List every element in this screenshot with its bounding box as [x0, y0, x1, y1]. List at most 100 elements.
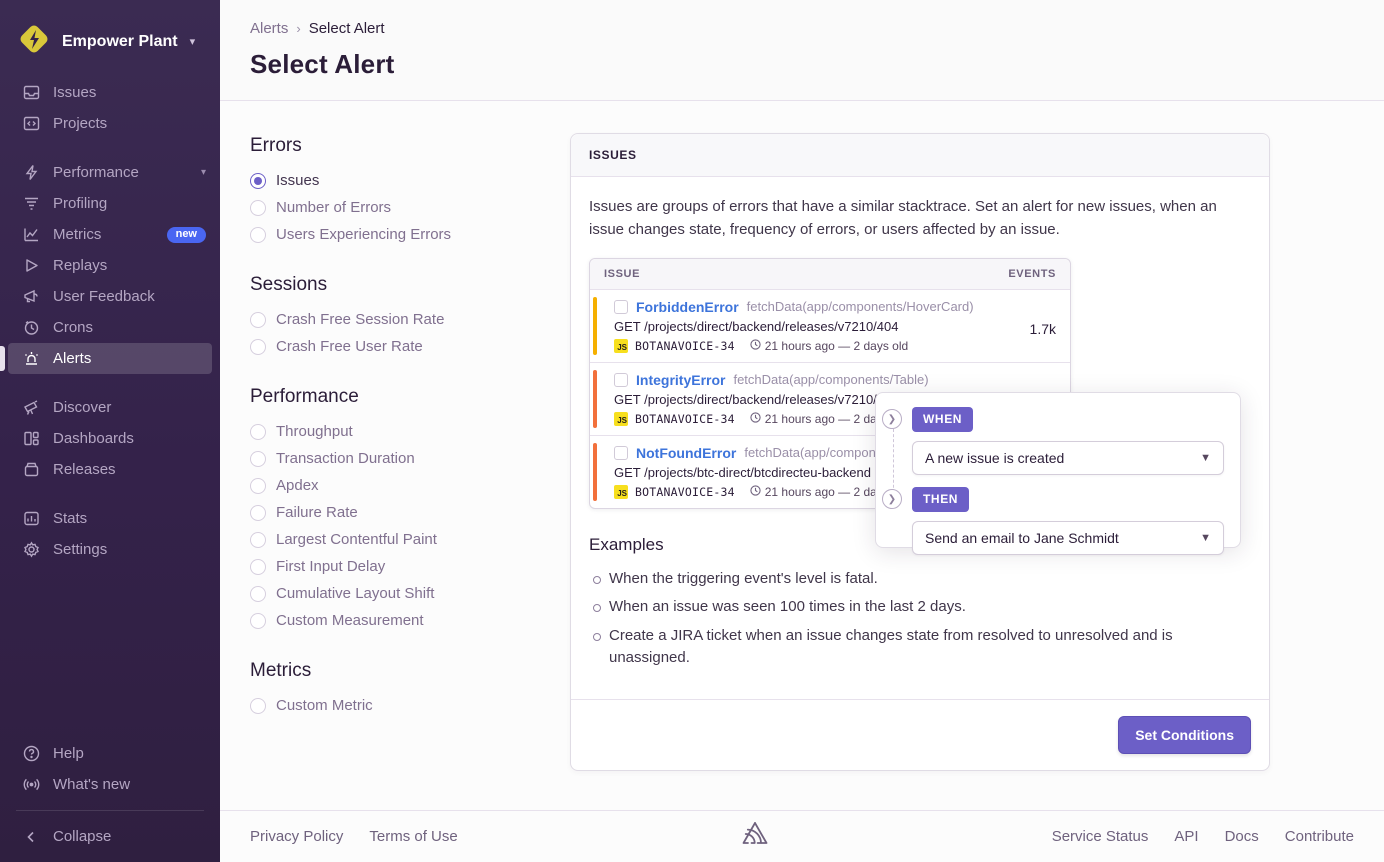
javascript-platform-icon: JS [614, 412, 628, 426]
radio-icon[interactable] [250, 424, 266, 440]
docs-link[interactable]: Docs [1225, 828, 1259, 845]
option-crash-free-session-rate[interactable]: Crash Free Session Rate [250, 306, 570, 333]
org-logo-icon [16, 20, 52, 63]
set-conditions-button[interactable]: Set Conditions [1118, 716, 1251, 754]
issue-age: 21 hours ago — 2 days old [750, 339, 908, 353]
radio-icon[interactable] [250, 698, 266, 714]
sidebar-item-crons[interactable]: Crons [0, 312, 220, 343]
radio-icon[interactable] [250, 339, 266, 355]
sidebar-item-alerts[interactable]: Alerts [8, 343, 212, 374]
option-transaction-duration[interactable]: Transaction Duration [250, 445, 570, 472]
sidebar-item-discover[interactable]: Discover [0, 392, 220, 423]
option-crash-free-user-rate[interactable]: Crash Free User Rate [250, 333, 570, 360]
sidebar-item-help[interactable]: Help [0, 738, 220, 769]
radio-icon[interactable] [250, 559, 266, 575]
terms-of-use-link[interactable]: Terms of Use [369, 828, 457, 845]
option-throughput[interactable]: Throughput [250, 418, 570, 445]
option-cumulative-layout-shift[interactable]: Cumulative Layout Shift [250, 580, 570, 607]
org-switcher[interactable]: Empower Plant ▾ [0, 16, 220, 77]
sidebar-item-label: Releases [53, 461, 116, 478]
help-icon [22, 745, 40, 763]
option-users-experiencing-errors[interactable]: Users Experiencing Errors [250, 221, 570, 248]
page-title: Select Alert [250, 49, 1354, 80]
sidebar-item-replays[interactable]: Replays [0, 250, 220, 281]
breadcrumb-alerts-link[interactable]: Alerts [250, 20, 288, 37]
sidebar-item-dashboards[interactable]: Dashboards [0, 423, 220, 454]
when-badge: WHEN [912, 407, 973, 432]
sidebar-item-user-feedback[interactable]: User Feedback [0, 281, 220, 312]
radio-icon[interactable] [250, 451, 266, 467]
option-label: Users Experiencing Errors [276, 226, 451, 243]
section-metrics: Metrics Custom Metric [250, 660, 570, 719]
issue-request: GET /projects/direct/backend/releases/v7… [614, 319, 1056, 334]
then-action-select[interactable]: Send an email to Jane Schmidt ▼ [912, 521, 1224, 555]
row-checkbox[interactable] [614, 446, 628, 460]
breadcrumb-current: Select Alert [309, 20, 385, 37]
option-first-input-delay[interactable]: First Input Delay [250, 553, 570, 580]
when-condition-select[interactable]: A new issue is created ▼ [912, 441, 1224, 475]
sidebar-item-projects[interactable]: Projects [0, 108, 220, 139]
footer-logo [458, 821, 1052, 852]
sidebar-item-metrics[interactable]: Metrics new [0, 219, 220, 250]
radio-icon[interactable] [250, 200, 266, 216]
contribute-link[interactable]: Contribute [1285, 828, 1354, 845]
radio-icon[interactable] [250, 532, 266, 548]
api-link[interactable]: API [1174, 828, 1198, 845]
level-indicator [593, 297, 597, 355]
radio-selected-icon[interactable] [250, 173, 266, 189]
radio-icon[interactable] [250, 586, 266, 602]
sidebar-item-label: Alerts [53, 350, 91, 367]
issue-name-link[interactable]: IntegrityError [636, 372, 725, 388]
chevron-right-circle-icon: ❯ [882, 489, 902, 509]
option-issues[interactable]: Issues [250, 167, 570, 194]
sidebar-item-label: User Feedback [53, 288, 155, 305]
table-row[interactable]: ForbiddenError fetchData(app/components/… [590, 289, 1070, 362]
row-checkbox[interactable] [614, 373, 628, 387]
section-sessions: Sessions Crash Free Session Rate Crash F… [250, 274, 570, 360]
service-status-link[interactable]: Service Status [1052, 828, 1149, 845]
sidebar-item-settings[interactable]: Settings [0, 534, 220, 565]
discover-icon [22, 399, 40, 417]
crons-icon [22, 319, 40, 337]
releases-icon [22, 461, 40, 479]
radio-icon[interactable] [250, 613, 266, 629]
radio-icon[interactable] [250, 227, 266, 243]
sentry-logo-icon[interactable] [741, 821, 769, 852]
example-item: When the triggering event's level is fat… [589, 565, 1251, 594]
option-apdex[interactable]: Apdex [250, 472, 570, 499]
sidebar-item-issues[interactable]: Issues [0, 77, 220, 108]
sidebar-item-label: Settings [53, 541, 107, 558]
radio-icon[interactable] [250, 478, 266, 494]
issue-name-link[interactable]: NotFoundError [636, 445, 736, 461]
sidebar-item-performance[interactable]: Performance ▾ [0, 157, 220, 188]
option-label: Largest Contentful Paint [276, 531, 437, 548]
option-failure-rate[interactable]: Failure Rate [250, 499, 570, 526]
sidebar-item-stats[interactable]: Stats [0, 503, 220, 534]
option-label: Crash Free User Rate [276, 338, 423, 355]
option-number-of-errors[interactable]: Number of Errors [250, 194, 570, 221]
sidebar-collapse-button[interactable]: Collapse [0, 821, 220, 852]
sidebar-item-profiling[interactable]: Profiling [0, 188, 220, 219]
row-checkbox[interactable] [614, 300, 628, 314]
option-custom-metric[interactable]: Custom Metric [250, 692, 570, 719]
section-performance: Performance Throughput Transaction Durat… [250, 386, 570, 634]
option-custom-measurement[interactable]: Custom Measurement [250, 607, 570, 634]
radio-icon[interactable] [250, 312, 266, 328]
option-label: Transaction Duration [276, 450, 415, 467]
sidebar-item-releases[interactable]: Releases [0, 454, 220, 485]
option-label: Custom Metric [276, 697, 373, 714]
column-header-events: EVENTS [1008, 268, 1056, 280]
option-largest-contentful-paint[interactable]: Largest Contentful Paint [250, 526, 570, 553]
column-header-issue: ISSUE [604, 268, 640, 280]
chevron-right-circle-icon: ❯ [882, 409, 902, 429]
sidebar-item-label: Metrics [53, 226, 101, 243]
radio-icon[interactable] [250, 505, 266, 521]
org-chevron-down-icon: ▾ [190, 35, 196, 48]
privacy-policy-link[interactable]: Privacy Policy [250, 828, 343, 845]
footer-left-links: Privacy Policy Terms of Use [250, 828, 458, 845]
panel-description: Issues are groups of errors that have a … [589, 195, 1249, 242]
metrics-icon [22, 226, 40, 244]
sidebar-item-whats-new[interactable]: What's new [0, 769, 220, 800]
clock-icon [750, 412, 761, 426]
issue-name-link[interactable]: ForbiddenError [636, 299, 739, 315]
